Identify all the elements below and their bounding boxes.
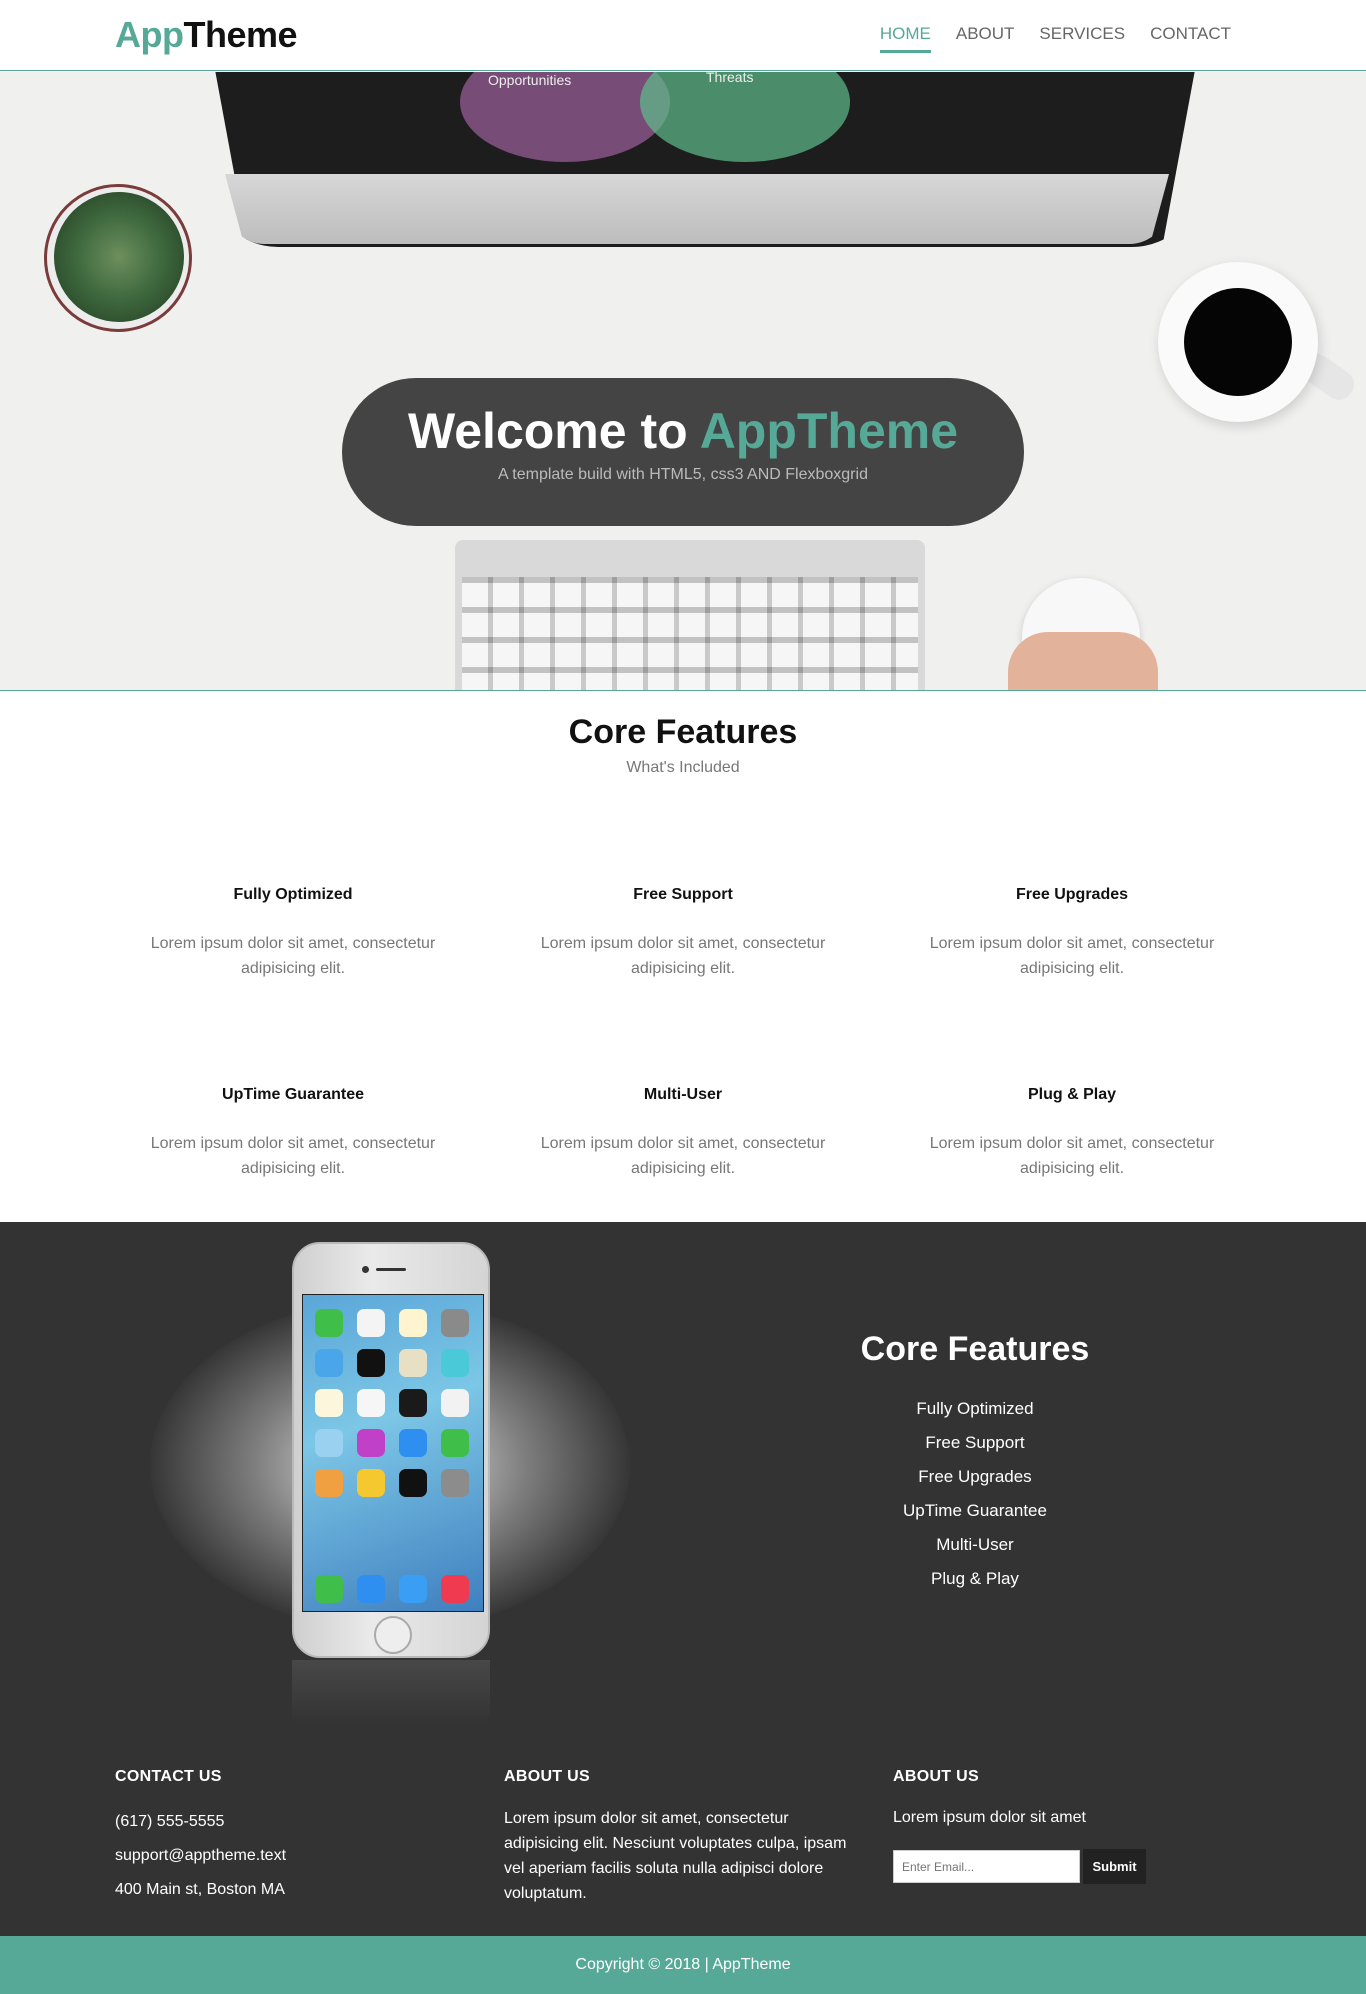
hand-image	[1008, 632, 1158, 690]
about-us-text: Lorem ipsum dolor sit amet, consectetur …	[504, 1810, 847, 1902]
app-icon	[441, 1389, 469, 1417]
phone-dock-icon	[315, 1575, 343, 1603]
showcase-list-item: Free Support	[925, 1433, 1025, 1452]
brand-logo[interactable]: AppTheme	[115, 14, 298, 56]
app-icon	[441, 1309, 469, 1337]
venn-label-opportunities: Opportunities	[488, 72, 572, 88]
hero-title: Welcome to AppTheme	[342, 402, 1024, 460]
feature-card: Free Upgrades Lorem ipsum dolor sit amet…	[907, 886, 1237, 981]
hero-title-accent: AppTheme	[699, 403, 959, 459]
app-icon	[399, 1389, 427, 1417]
copyright-text: Copyright © 2018 | AppTheme	[575, 1956, 791, 1973]
feature-title: UpTime Guarantee	[222, 1086, 364, 1103]
phone-speaker	[376, 1268, 406, 1271]
feature-card: UpTime Guarantee Lorem ipsum dolor sit a…	[128, 1086, 458, 1181]
nav-menu: HOME ABOUT SERVICES CONTACT	[879, 24, 1231, 53]
app-icon	[315, 1349, 343, 1377]
features-title: Core Features	[568, 713, 798, 751]
app-icon	[315, 1429, 343, 1457]
feature-text: Lorem ipsum dolor sit amet, consectetur …	[540, 935, 826, 977]
showcase-list-item: Multi-User	[936, 1535, 1014, 1554]
features-subtitle: What's Included	[626, 759, 740, 776]
feature-text: Lorem ipsum dolor sit amet, consectetur …	[929, 1135, 1215, 1177]
brand-logo-part1: App	[115, 14, 184, 55]
safari-dock-icon	[399, 1575, 427, 1603]
succulent-plant-image	[54, 192, 184, 322]
phone-screen	[302, 1294, 484, 1612]
feature-title: Fully Optimized	[233, 886, 353, 903]
showcase-list-item: Fully Optimized	[916, 1399, 1034, 1418]
feature-title: Free Support	[633, 886, 733, 903]
top-navbar: AppTheme HOME ABOUT SERVICES CONTACT	[0, 0, 1366, 71]
feature-title: Multi-User	[643, 1086, 723, 1103]
submit-button[interactable]: Submit	[1083, 1849, 1146, 1884]
app-icon	[399, 1309, 427, 1337]
showcase-list-item: UpTime Guarantee	[903, 1501, 1047, 1520]
feature-title: Plug & Play	[1027, 1086, 1117, 1103]
hero-monitor-chin	[225, 174, 1169, 244]
hero-welcome-badge: Welcome to AppTheme A template build wit…	[342, 378, 1024, 526]
contact-us-details: (617) 555-5555 support@apptheme.text 400…	[115, 1813, 286, 1915]
music-dock-icon	[441, 1575, 469, 1603]
hero-subtitle: A template build with HTML5, css3 AND Fl…	[498, 466, 868, 483]
app-icon	[399, 1349, 427, 1377]
app-icon	[315, 1469, 343, 1497]
app-icon	[357, 1349, 385, 1377]
hero-section: Opportunities Threats Welcome to AppThem…	[0, 72, 1366, 691]
feature-title: Free Upgrades	[1015, 886, 1129, 903]
nav-link-about[interactable]: ABOUT	[956, 24, 1015, 53]
email-input[interactable]	[893, 1850, 1080, 1883]
app-icon	[441, 1429, 469, 1457]
feature-text: Lorem ipsum dolor sit amet, consectetur …	[929, 935, 1215, 977]
showcase-title: Core Features	[860, 1330, 1090, 1368]
phone-home-button	[374, 1616, 412, 1654]
feature-card: Fully Optimized Lorem ipsum dolor sit am…	[128, 886, 458, 981]
nav-link-home[interactable]: HOME	[879, 24, 931, 53]
contact-address: 400 Main st, Boston MA	[115, 1881, 285, 1898]
feature-text: Lorem ipsum dolor sit amet, consectetur …	[540, 1135, 826, 1177]
nav-link-contact[interactable]: CONTACT	[1150, 24, 1231, 53]
app-icon	[357, 1469, 385, 1497]
contact-phone: (617) 555-5555	[115, 1813, 225, 1830]
app-icon	[357, 1309, 385, 1337]
about-us-title: ABOUT US	[504, 1768, 590, 1785]
newsletter-title: ABOUT US	[893, 1768, 979, 1785]
feature-card: Plug & Play Lorem ipsum dolor sit amet, …	[907, 1086, 1237, 1181]
coffee-image	[1184, 288, 1292, 396]
app-icon	[441, 1349, 469, 1377]
showcase-feature-list: Fully Optimized Free Support Free Upgrad…	[775, 1398, 1175, 1602]
iphone-image	[292, 1242, 490, 1658]
feature-text: Lorem ipsum dolor sit amet, consectetur …	[150, 935, 436, 977]
showcase-list-item: Plug & Play	[931, 1569, 1019, 1588]
app-icon	[399, 1469, 427, 1497]
footer-bar: Copyright © 2018 | AppTheme	[0, 1936, 1366, 1994]
feature-card: Multi-User Lorem ipsum dolor sit amet, c…	[518, 1086, 848, 1181]
app-icon	[357, 1429, 385, 1457]
nav-link-services[interactable]: SERVICES	[1039, 24, 1125, 53]
feature-text: Lorem ipsum dolor sit amet, consectetur …	[150, 1135, 436, 1177]
app-icon	[357, 1389, 385, 1417]
showcase-list-item: Free Upgrades	[918, 1467, 1032, 1486]
feature-card: Free Support Lorem ipsum dolor sit amet,…	[518, 886, 848, 981]
contact-email: support@apptheme.text	[115, 1847, 287, 1864]
app-icon	[441, 1469, 469, 1497]
venn-label-threats: Threats	[706, 72, 754, 85]
newsletter-text: Lorem ipsum dolor sit amet	[893, 1809, 1086, 1826]
phone-reflection	[292, 1660, 490, 1724]
mail-dock-icon	[357, 1575, 385, 1603]
phone-camera	[362, 1266, 369, 1273]
keyboard-keys	[462, 577, 918, 690]
app-icon	[315, 1389, 343, 1417]
app-icon	[399, 1429, 427, 1457]
contact-us-title: CONTACT US	[115, 1768, 222, 1785]
app-icon	[315, 1309, 343, 1337]
brand-logo-part2: Theme	[183, 14, 298, 55]
hero-title-prefix: Welcome to	[407, 403, 688, 459]
